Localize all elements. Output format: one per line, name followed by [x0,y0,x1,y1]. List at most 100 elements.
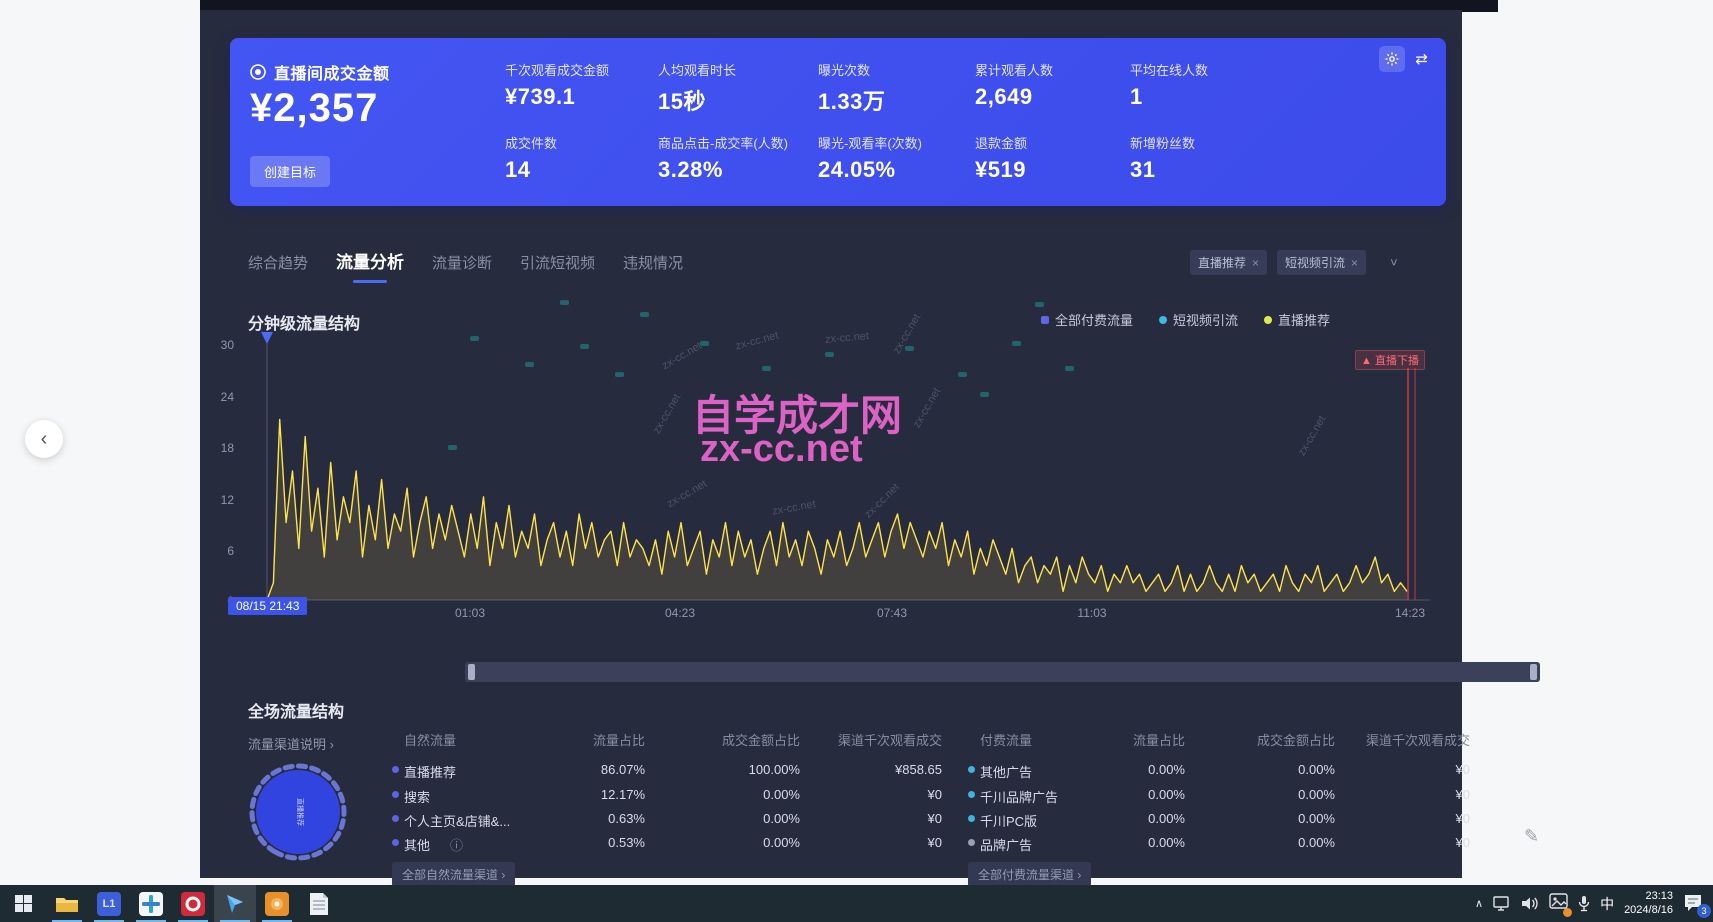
channel-name: 其他广告 [980,762,1032,781]
taskbar-app-red-o[interactable] [172,885,214,922]
table-row[interactable]: 直播推荐 86.07% 100.00% ¥858.65 [392,762,942,782]
slider-left-handle[interactable] [468,664,475,680]
channel-dot [968,766,975,773]
kpi-main-value: ¥2,357 [250,86,378,131]
tab-overall-trend[interactable]: 综合趋势 [248,252,308,281]
gmv-share: 0.00% [680,835,800,850]
live-dashboard-window: 直播间成交金额 ¥2,357 创建目标 千次观看成交金额 ¥739.1 人均观看… [200,10,1462,878]
channel-help-link[interactable]: 流量渠道说明 › [248,734,334,753]
chevron-left-icon: ‹ [41,428,48,451]
network-icon[interactable] [1493,896,1511,911]
all-paid-channels-link[interactable]: 全部付费流量渠道 › [968,862,1091,887]
x-tick: 14:23 [1380,606,1440,620]
card-settings-button[interactable] [1379,46,1405,72]
traffic-share: 0.00% [1085,811,1185,826]
tab-traffic-diagnosis[interactable]: 流量诊断 [432,252,492,281]
info-icon[interactable]: ⓘ [450,835,463,854]
filter-tag-live-recommend[interactable]: 直播推荐 × [1190,250,1267,275]
tray-snip-tool[interactable] [1549,893,1568,914]
gmv-share: 0.00% [1215,787,1335,802]
metric-label: 累计观看人数 [975,60,1130,79]
legend-paid-traffic[interactable]: 全部付费流量 [1041,310,1133,329]
column-header: 渠道千次观看成交 [797,730,942,749]
table-row[interactable]: 个人主页&店铺&... 0.63% 0.00% ¥0 [392,811,942,831]
taskbar-app-l1[interactable]: L1 [88,885,130,922]
arrow-right-icon: › [330,737,334,752]
metric-value: 1.33万 [818,84,975,116]
desktop-screen: 直播间成交金额 ¥2,357 创建目标 千次观看成交金额 ¥739.1 人均观看… [0,0,1713,922]
x-tick: 04:23 [650,606,710,620]
table-row[interactable]: 千川品牌广告 0.00% 0.00% ¥0 [968,787,1470,807]
channel-filter-bar: 直播推荐 × 短视频引流 × ˅ [1190,250,1412,275]
channel-dot [968,839,975,846]
channel-help-label: 流量渠道说明 [248,737,326,752]
ime-indicator[interactable]: 中 [1600,894,1614,914]
chart-range-slider[interactable] [465,662,1540,682]
table-row[interactable]: 其他 ⓘ 0.53% 0.00% ¥0 [392,835,942,855]
back-button[interactable]: ‹ [25,420,63,458]
traffic-share: 12.17% [545,787,645,802]
notepad-icon [309,892,329,916]
x-tick: 07:43 [862,606,922,620]
metric-value: 24.05% [818,157,975,183]
taskbar-app-teal-cross[interactable] [130,885,172,922]
axis-pin-icon [261,332,273,344]
red-ring-app-icon [181,892,205,916]
kpi-metric: 曝光-观看率(次数) 24.05% [818,133,975,183]
filter-tag-short-video[interactable]: 短视频引流 × [1277,250,1366,275]
gmv-share: 0.00% [680,811,800,826]
chevron-down-icon[interactable]: ˅ [1376,253,1412,272]
chart-legend: 全部付费流量 短视频引流 直播推荐 [1041,310,1330,329]
legend-short-video[interactable]: 短视频引流 [1159,310,1238,329]
table-row[interactable]: 其他广告 0.00% 0.00% ¥0 [968,762,1470,782]
donut-center-label: 直播推荐 [296,798,305,826]
action-center-button[interactable]: 3 [1683,892,1709,916]
start-button[interactable] [0,885,46,922]
volume-icon[interactable] [1521,896,1539,911]
swap-metrics-icon[interactable]: ⇄ [1415,50,1428,68]
tab-traffic-analysis[interactable]: 流量分析 [336,248,404,281]
tab-short-video[interactable]: 引流短视频 [520,252,595,281]
slider-right-handle[interactable] [1530,664,1537,680]
traffic-share: 0.63% [545,811,645,826]
taskbar-app-orange[interactable] [256,885,298,922]
l1-app-icon: L1 [97,892,121,916]
legend-live-recommend[interactable]: 直播推荐 [1264,310,1330,329]
close-icon[interactable]: × [1252,256,1259,270]
per-mille-gmv: ¥0 [797,787,942,802]
create-goal-button[interactable]: 创建目标 [250,156,330,187]
page-edit-pencil-icon[interactable]: ✎ [1524,826,1539,847]
taskbar-app-notepad[interactable] [298,885,340,922]
system-tray: ∧ 中 [1475,890,1713,918]
stream-end-event-tag: ▲ 直播下播 [1355,350,1425,370]
image-icon [1549,893,1568,909]
y-tick: 24 [212,390,234,404]
metric-label: 曝光-观看率(次数) [818,133,975,152]
channel-name: 千川PC版 [980,811,1037,830]
tray-clock[interactable]: 23:13 2024/8/16 [1624,890,1673,918]
channel-dot [968,815,975,822]
table-row[interactable]: 搜索 12.17% 0.00% ¥0 [392,787,942,807]
gear-icon [1385,52,1399,66]
y-tick: 18 [212,441,234,455]
channel-dot [392,839,399,846]
notification-count-badge: 3 [1697,904,1711,918]
x-first-tick-chip[interactable]: 08/15 21:43 [228,597,307,615]
filter-tag-label: 直播推荐 [1198,254,1246,271]
metric-value: 31 [1130,157,1260,183]
kpi-metric: 平均在线人数 1 [1130,60,1260,116]
table-row[interactable]: 品牌广告 0.00% 0.00% ¥0 [968,835,1470,855]
tab-violations[interactable]: 违规情况 [623,252,683,281]
all-natural-channels-link[interactable]: 全部自然流量渠道 › [392,862,515,887]
folder-icon [55,894,79,914]
taskbar-file-explorer[interactable] [46,885,88,922]
taskbar-app-browser-active[interactable] [214,885,256,922]
session-structure-title: 全场流量结构 [248,698,344,722]
close-icon[interactable]: × [1351,256,1358,270]
table-row[interactable]: 千川PC版 0.00% 0.00% ¥0 [968,811,1470,831]
microphone-icon[interactable] [1578,895,1590,912]
traffic-donut-chart[interactable]: 直播推荐 [246,758,350,862]
metric-value: 3.28% [658,157,818,183]
tray-expand-chevron-icon[interactable]: ∧ [1475,897,1483,910]
arrow-right-icon: › [1077,868,1081,882]
